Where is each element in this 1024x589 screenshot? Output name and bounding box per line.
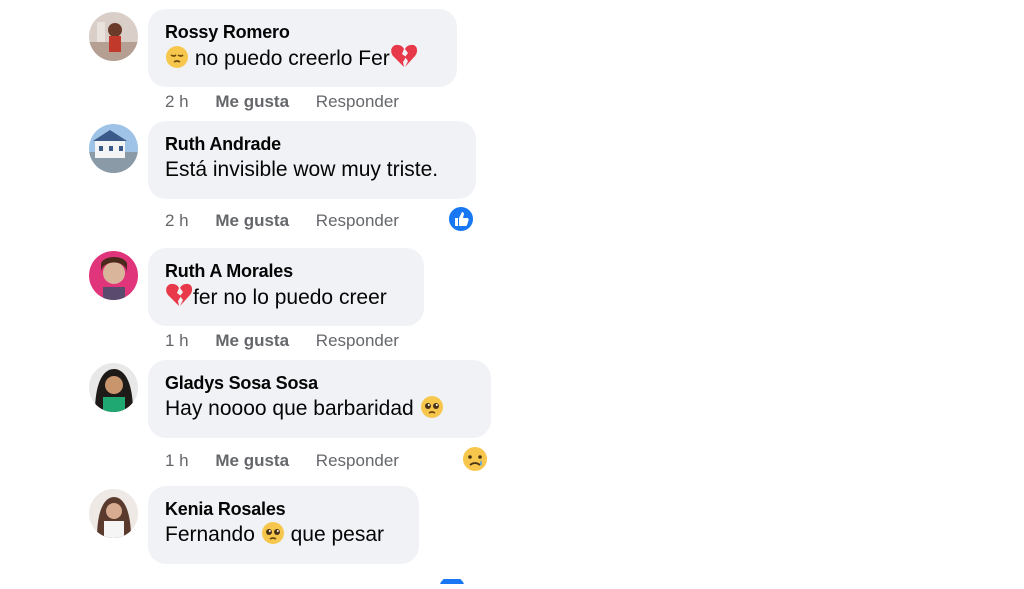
avatar[interactable] [89,489,138,538]
comment-text: Fernando que pesar [165,520,402,554]
comment-author[interactable]: Ruth A Morales [165,261,407,281]
comment-time[interactable]: 2 h [165,211,189,230]
comment-author[interactable]: Rossy Romero [165,22,440,42]
avatar[interactable] [89,12,138,61]
comment-time[interactable]: 1 h [165,451,189,470]
comment-bubble: Rossy Romero no puedo creerlo Fer [148,9,457,87]
comment-actions: 1 h Me gusta Responder [165,331,421,351]
avatar[interactable] [89,251,138,300]
comment-actions: 1 h Me gusta Responder [165,451,421,471]
like-button[interactable]: Me gusta [215,92,289,111]
like-reaction-icon[interactable] [447,205,475,238]
like-button[interactable]: Me gusta [215,451,289,470]
comment-author[interactable]: Ruth Andrade [165,134,459,154]
comment-author[interactable]: Kenia Rosales [165,499,402,519]
like-button[interactable]: Me gusta [215,211,289,230]
comment-text: fer no lo puedo creer [165,282,407,317]
reply-button[interactable]: Responder [316,331,399,350]
like-reaction-icon[interactable] [438,571,466,589]
avatar[interactable] [89,363,138,412]
comment-author[interactable]: Gladys Sosa Sosa [165,373,474,393]
comment-bubble: Gladys Sosa Sosa Hay noooo que barbarida… [148,360,491,438]
comment-time[interactable]: 2 h [165,92,189,111]
comment-time[interactable]: 1 h [165,331,189,350]
like-button[interactable]: Me gusta [215,331,289,350]
comment-bubble: Ruth Andrade Está invisible wow muy tris… [148,121,476,199]
comment-bubble: Kenia Rosales Fernando que pesar [148,486,419,564]
sad-reaction-icon[interactable] [460,444,490,479]
comment-actions: 2 h Me gusta Responder [165,211,421,231]
comment-text: Está invisible wow muy triste. [165,158,439,181]
pensive-face-icon [165,45,189,78]
comment-bubble: Ruth A Morales fer no lo puedo creer [148,248,424,326]
pleading-face-icon [420,395,444,428]
comment-text: no puedo creerlo Fer [165,43,440,78]
comment-actions: 2 h Me gusta Responder [165,92,421,112]
avatar[interactable] [89,124,138,173]
broken-heart-icon [390,43,418,78]
reply-button[interactable]: Responder [316,451,399,470]
pleading-face-icon [261,521,285,554]
reply-button[interactable]: Responder [316,211,399,230]
reply-button[interactable]: Responder [316,92,399,111]
broken-heart-icon [165,282,193,317]
comment-text: Hay noooo que barbaridad [165,394,474,428]
